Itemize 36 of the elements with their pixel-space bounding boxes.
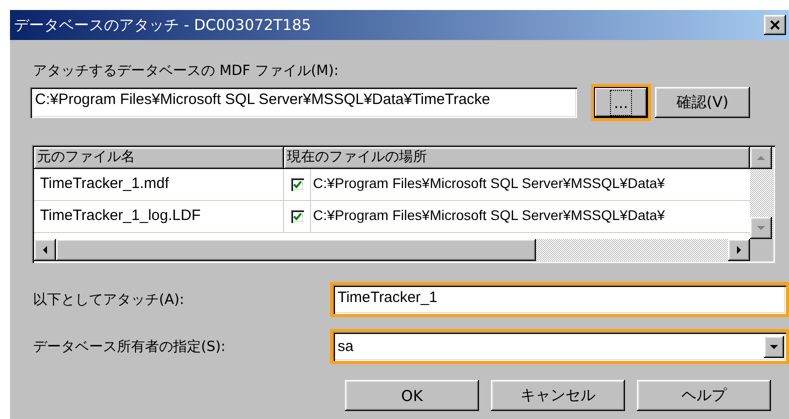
check-icon: [292, 180, 302, 189]
scroll-left-button[interactable]: [34, 239, 56, 261]
help-button[interactable]: ヘルプ: [637, 380, 771, 411]
up-arrow-icon: [757, 156, 765, 160]
check-icon: [292, 212, 302, 221]
scroll-down-button[interactable]: [750, 217, 772, 239]
database-name-field[interactable]: TimeTracker_1: [330, 282, 789, 317]
scroll-thumb[interactable]: [56, 239, 536, 261]
owner-dropdown[interactable]: sa: [330, 329, 789, 364]
table-cell-text: C:¥Program Files¥Microsoft SQL Server¥MSSQL¥Data¥: [312, 206, 666, 225]
close-button[interactable]: [764, 15, 786, 35]
dropdown-arrow-icon: [770, 344, 778, 348]
close-icon: [770, 20, 780, 30]
ok-button[interactable]: OK: [345, 380, 479, 411]
table-cell: TimeTracker_1.mdf: [34, 169, 284, 200]
verify-button[interactable]: 確認(V): [655, 87, 750, 118]
vertical-scrollbar[interactable]: [750, 147, 773, 239]
column-header[interactable]: 現在のファイルの場所: [284, 147, 750, 169]
checkbox[interactable]: [290, 178, 304, 191]
scroll-right-button[interactable]: [728, 239, 750, 261]
browse-button[interactable]: ...: [591, 84, 651, 121]
field-label: 以下としてアタッチ(A):: [32, 290, 186, 308]
field-label: アタッチするデータベースの MDF ファイル(M):: [33, 62, 340, 80]
scroll-up-button[interactable]: [750, 147, 772, 169]
field-label: データベース所有者の指定(S):: [32, 338, 227, 356]
right-arrow-icon: [737, 246, 741, 254]
mdf-path-field[interactable]: C:¥Program Files¥Microsoft SQL Server¥MSSQL¥Data¥TimeTracke: [30, 87, 577, 118]
window-title: データベースのアタッチ - DC003072T185: [14, 16, 312, 34]
checkbox[interactable]: [290, 210, 304, 223]
column-header[interactable]: 元のファイル名: [34, 147, 284, 169]
cancel-button[interactable]: キャンセル: [491, 380, 625, 411]
table-cell: TimeTracker_1_log.LDF: [34, 201, 284, 232]
left-arrow-icon: [43, 246, 47, 254]
down-arrow-icon: [757, 226, 765, 230]
table-cell-text: C:¥Program Files¥Microsoft SQL Server¥MSSQL¥Data¥: [312, 174, 666, 193]
scrollbar-corner: [750, 239, 773, 261]
